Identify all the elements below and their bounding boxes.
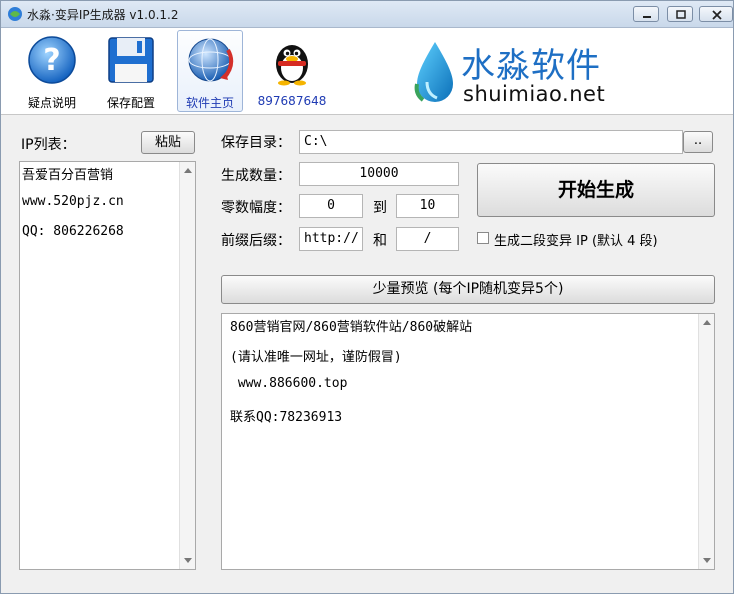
scroll-up-icon[interactable] <box>184 168 192 173</box>
qq-penguin-icon <box>276 45 308 86</box>
ip-list-line: QQ: 806226268 <box>22 224 124 239</box>
brand-logo: 水淼软件 shuimiao.net <box>413 38 613 108</box>
close-button[interactable] <box>699 6 733 22</box>
scroll-down-icon[interactable] <box>703 558 711 563</box>
minimize-button[interactable] <box>633 6 659 22</box>
toolbar: ? 疑点说明 保存配置 软件主页 897687648 水淼软件 shuimiao… <box>1 28 733 115</box>
ip-list-line: www.520pjz.cn <box>22 194 124 209</box>
toolbar-label: 保存配置 <box>106 96 155 110</box>
zero-range-from-input[interactable]: 0 <box>299 194 363 218</box>
logo-chinese-text: 水淼软件 <box>461 46 601 86</box>
zero-range-to-input[interactable]: 10 <box>396 194 459 218</box>
help-icon: ? <box>28 36 76 84</box>
maximize-button[interactable] <box>667 6 693 22</box>
second-segment-checkbox[interactable] <box>477 232 489 244</box>
homepage-tool[interactable]: 软件主页 <box>175 28 245 114</box>
ip-list-label: IP列表： <box>21 137 76 153</box>
prefix-input[interactable]: http:// <box>299 227 363 251</box>
preview-textarea[interactable]: 860营销官网/860营销软件站/860破解站 (请认准唯一网址，谨防假冒) w… <box>221 313 715 570</box>
preview-line: www.886600.top <box>230 376 348 391</box>
start-generate-button[interactable]: 开始生成 <box>477 163 715 217</box>
scroll-down-icon[interactable] <box>184 558 192 563</box>
app-icon <box>8 7 22 21</box>
save-dir-label: 保存目录： <box>221 135 291 151</box>
browse-button[interactable]: .. <box>683 131 713 153</box>
preview-line: 联系QQ:78236913 <box>230 410 343 425</box>
preview-line: 860营销官网/860营销软件站/860破解站 <box>230 320 473 335</box>
preview-scrollbar[interactable] <box>698 314 714 569</box>
ip-list-textarea[interactable]: 吾爱百分百营销 www.520pjz.cn QQ: 806226268 <box>19 161 196 570</box>
toolbar-label: 软件主页 <box>185 96 234 110</box>
toolbar-label: 疑点说明 <box>27 96 76 110</box>
count-input[interactable]: 10000 <box>299 162 459 186</box>
window-title: 水淼·变异IP生成器 v1.0.1.2 <box>27 8 179 22</box>
ip-list-line: 吾爱百分百营销 <box>22 168 114 183</box>
app-window: 水淼·变异IP生成器 v1.0.1.2 ? 疑点说明 保存配置 软件主页 897… <box>0 0 734 594</box>
zero-range-label: 零数幅度： <box>221 200 291 216</box>
svg-text:?: ? <box>43 43 60 78</box>
close-icon <box>712 10 722 20</box>
save-dir-input[interactable]: C:\ <box>299 130 683 154</box>
help-tool[interactable]: ? 疑点说明 <box>17 28 87 114</box>
scroll-up-icon[interactable] <box>703 320 711 325</box>
save-config-tool[interactable]: 保存配置 <box>96 28 166 114</box>
title-bar: 水淼·变异IP生成器 v1.0.1.2 <box>1 1 733 28</box>
paste-button[interactable]: 粘贴 <box>141 131 195 154</box>
toolbar-label: 897687648 <box>257 94 327 108</box>
minimize-icon <box>643 16 651 18</box>
preview-line: (请认准唯一网址，谨防假冒) <box>230 350 402 365</box>
floppy-disk-icon <box>108 37 154 83</box>
maximize-icon <box>676 10 686 19</box>
preview-button[interactable]: 少量预览 (每个IP随机变异5个) <box>221 275 715 304</box>
second-segment-label: 生成二段变异 IP (默认 4 段) <box>494 234 658 249</box>
logo-domain-text: shuimiao.net <box>463 82 606 106</box>
affix-and-label: 和 <box>373 233 387 249</box>
affix-label: 前缀后缀： <box>221 233 291 249</box>
water-drop-icon <box>414 42 453 102</box>
qq-tool[interactable]: 897687648 <box>257 28 327 114</box>
count-label: 生成数量： <box>221 168 291 184</box>
globe-icon <box>188 38 234 82</box>
ip-list-scrollbar[interactable] <box>179 162 195 569</box>
zero-range-to-label: 到 <box>373 200 387 216</box>
suffix-input[interactable]: / <box>396 227 459 251</box>
